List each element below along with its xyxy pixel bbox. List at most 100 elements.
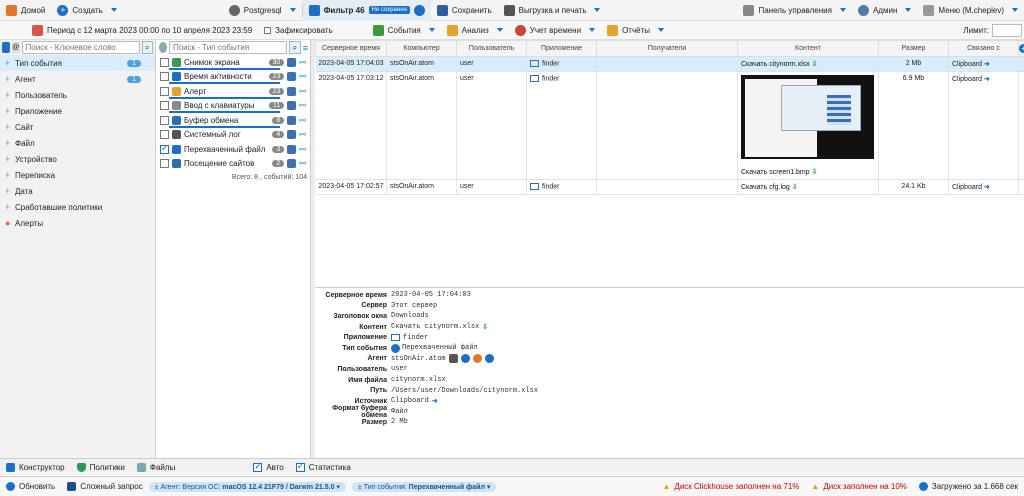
gear-icon[interactable] (460, 354, 470, 364)
link-icon[interactable]: ⚯ (299, 159, 306, 168)
expand-icon[interactable]: + (5, 138, 11, 148)
filter-icon[interactable] (2, 42, 10, 53)
table-icon[interactable] (287, 159, 297, 169)
checkbox[interactable] (160, 144, 169, 154)
download-link[interactable]: Скачать screen1.bmp (741, 169, 810, 176)
tab-files[interactable]: Файлы (131, 462, 181, 472)
home-button[interactable]: Домой (0, 0, 51, 21)
download-link[interactable]: Скачать cfg.log (741, 184, 790, 191)
expand-icon[interactable]: + (5, 74, 11, 84)
menu-lines-icon[interactable]: ≡ (303, 43, 308, 53)
link-icon[interactable]: ⚯ (299, 145, 306, 154)
keyword-search-input[interactable] (21, 41, 140, 54)
download-link[interactable]: Скачать citynorm.xlsx (741, 61, 810, 68)
admin-menu[interactable]: Админ (852, 0, 917, 21)
settings-icon[interactable] (472, 354, 482, 364)
event-type-filter-chip[interactable]: ± Тип события: Перехваченный файл ▾ (351, 481, 497, 492)
column-header[interactable]: Приложение (526, 40, 597, 57)
event-type-item[interactable]: Снимок экрана 30 ⚯ (157, 55, 310, 70)
filter-category-item[interactable]: + Сайт (0, 119, 155, 135)
stats-checkbox[interactable]: Статистика (290, 462, 357, 472)
gear-icon[interactable] (413, 4, 425, 16)
table-row[interactable]: 2023-04-05 17:02:57 stsOnAir.atom user f… (315, 179, 1024, 195)
checkbox[interactable] (160, 86, 169, 96)
filter-category-item[interactable]: + Переписка (0, 167, 155, 183)
expand-icon[interactable]: + (5, 90, 11, 100)
column-header[interactable]: Связано с (948, 40, 1019, 57)
arrow-right-icon[interactable]: ➜ (984, 76, 990, 83)
table-icon[interactable] (287, 115, 297, 125)
download-icon[interactable]: ⇩ (812, 60, 819, 68)
event-type-item[interactable]: Ввод с клавиатуры 11 ⚯ (157, 99, 310, 113)
checkbox[interactable] (160, 159, 169, 169)
events-menu[interactable]: События (367, 24, 441, 36)
arrow-right-icon[interactable]: ➜ (984, 184, 990, 191)
expand-icon[interactable]: + (5, 186, 11, 196)
filter-category-item[interactable]: + Файл (0, 135, 155, 151)
event-type-item[interactable]: Перехваченный файл 3 ⚯ (157, 142, 310, 157)
search-button[interactable]: ⌕ (288, 41, 301, 54)
export-button[interactable]: Выгрузка и печать (498, 0, 607, 21)
filter-category-item[interactable]: + Устройство (0, 151, 155, 167)
monitor-icon[interactable] (448, 354, 458, 364)
link-icon[interactable]: ⚯ (299, 72, 306, 81)
download-icon[interactable]: ⇩ (812, 168, 819, 176)
checkbox[interactable] (264, 26, 272, 34)
create-button[interactable]: + Создать (51, 0, 122, 21)
control-panel-menu[interactable]: Панель управления (737, 0, 852, 21)
reports-menu[interactable]: Отчёты (601, 24, 670, 36)
column-chooser[interactable]: + (1018, 40, 1024, 57)
alert-icon[interactable]: ● (5, 218, 11, 228)
checkbox[interactable] (160, 101, 169, 111)
expand-icon[interactable]: + (5, 58, 11, 68)
table-icon[interactable] (287, 86, 297, 96)
table-icon[interactable] (287, 144, 297, 154)
download-icon[interactable]: ⇩ (792, 183, 799, 191)
event-type-item[interactable]: Системный лог 4 ⚯ (157, 128, 310, 143)
screenshot-thumbnail[interactable] (741, 75, 874, 159)
filter-category-item[interactable]: + Дата (0, 183, 155, 199)
checkbox[interactable] (160, 130, 169, 140)
user-menu[interactable]: Меню (M.cheplev) (917, 0, 1024, 21)
checkbox[interactable] (253, 462, 263, 472)
auto-checkbox[interactable]: Авто (247, 462, 289, 472)
at-icon[interactable]: @ (11, 42, 20, 53)
event-type-search-input[interactable] (168, 41, 287, 54)
arrow-right-icon[interactable]: ➜ (984, 61, 990, 68)
detail-value[interactable]: Clipboard (391, 397, 429, 405)
info-icon[interactable] (484, 354, 494, 364)
time-accounting-menu[interactable]: Учет времени (509, 24, 601, 36)
expand-icon[interactable]: + (5, 202, 11, 212)
expand-icon[interactable]: + (5, 122, 11, 132)
complex-query-button[interactable]: Сложный запрос (61, 482, 148, 491)
period-selector[interactable]: Период с 12 марта 2023 00:00 по 10 апрел… (26, 24, 258, 36)
checkbox[interactable] (295, 462, 305, 472)
analysis-menu[interactable]: Анализ (441, 24, 509, 36)
search-button[interactable]: ⌕ (141, 41, 154, 54)
limit-input[interactable] (992, 23, 1022, 37)
column-header[interactable]: Компьютер (386, 40, 457, 57)
event-type-item[interactable]: Время активности 23 ⚯ (157, 70, 310, 84)
filter-category-item[interactable]: + Пользователь (0, 87, 155, 103)
column-header[interactable]: Размер (878, 40, 949, 57)
column-header[interactable]: Контент (737, 40, 879, 57)
table-icon[interactable] (287, 101, 297, 111)
table-icon[interactable] (287, 72, 297, 82)
linked-label[interactable]: Clipboard (952, 76, 982, 83)
link-icon[interactable]: ⚯ (299, 58, 306, 67)
filter-category-item[interactable]: + Сработавшие политики (0, 199, 155, 215)
expand-icon[interactable]: + (5, 170, 11, 180)
column-header[interactable]: Пользователь (456, 40, 527, 57)
event-type-item[interactable]: Посещение сайтов 2 ⚯ (157, 157, 310, 172)
table-icon[interactable] (287, 57, 297, 67)
table-icon[interactable] (287, 130, 297, 140)
table-row[interactable]: 2023-04-05 17:04:03 stsOnAir.atom user f… (315, 56, 1024, 72)
database-selector[interactable]: Postgresql (223, 0, 302, 21)
checkbox[interactable] (160, 72, 169, 82)
event-type-item[interactable]: Алерт 23 ⚯ (157, 84, 310, 99)
table-row[interactable]: 2023-04-05 17:03:12 stsOnAir.atom user f… (315, 71, 1024, 180)
filter-category-item[interactable]: + Тип события 1 (0, 55, 155, 71)
event-type-item[interactable]: Буфер обмена 8 ⚯ (157, 113, 310, 128)
checkbox[interactable] (160, 57, 169, 67)
expand-icon[interactable]: + (5, 154, 11, 164)
